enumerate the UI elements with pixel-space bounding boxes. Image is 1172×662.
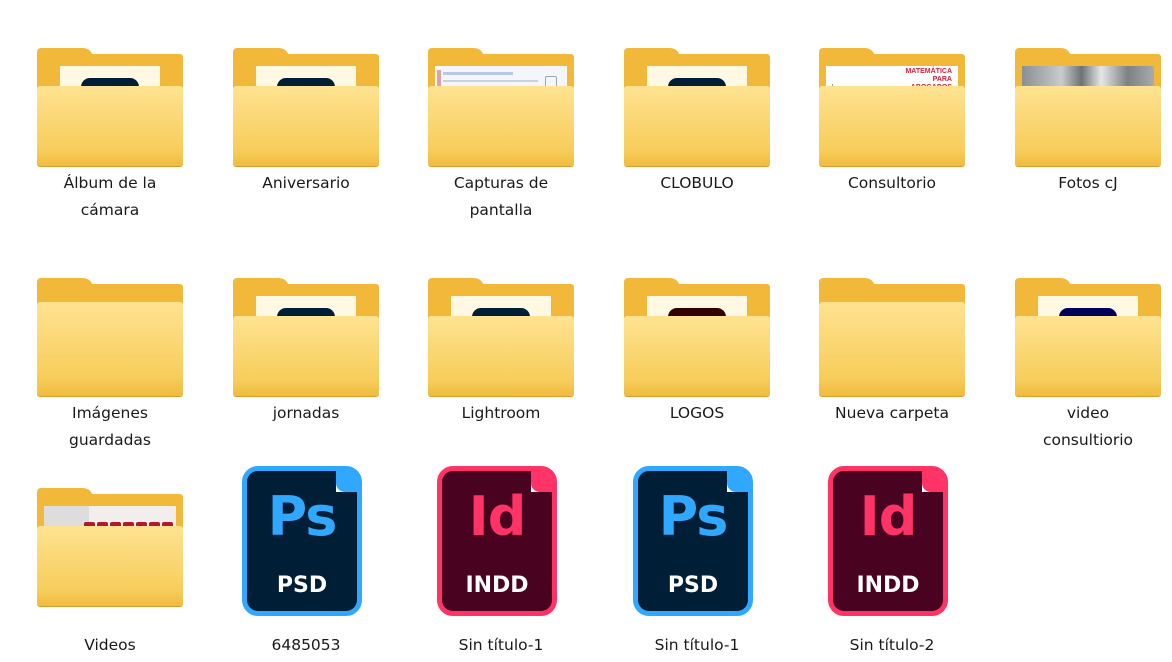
indd-file-icon: Id INDD: [423, 462, 579, 616]
item-label: Sin título-2: [849, 636, 935, 654]
file-sin-titulo-2[interactable]: Id INDD Sin título-2: [814, 462, 970, 662]
folder-icon: [423, 22, 579, 172]
psd-file-icon: Ps PSD: [228, 462, 384, 616]
folder-icon: Pr: [1010, 252, 1166, 402]
preview-text: MATEMÁTICA: [905, 68, 952, 75]
folder-front: [1015, 316, 1161, 396]
folder-capturas-de-pantalla[interactable]: Capturas de pantalla: [423, 22, 579, 222]
app-glyph: Ps: [267, 485, 338, 548]
folder-front: [233, 316, 379, 396]
psd-file-icon: Ps PSD: [619, 462, 775, 616]
file-6485053[interactable]: Ps PSD 6485053: [228, 462, 384, 662]
file-extension: INDD: [856, 573, 920, 598]
folder-front: [428, 86, 574, 166]
folder-front: [819, 86, 965, 166]
folder-front: [1015, 86, 1161, 166]
file-extension: PSD: [667, 573, 719, 598]
folder-icon: Ps: [228, 252, 384, 402]
folder-lightroom[interactable]: LrC Lightroom: [423, 252, 579, 452]
file-body: Id INDD: [828, 466, 948, 616]
folder-front: [428, 316, 574, 396]
folder-icon: MATEMÁTICAPARAABOGADOS: [814, 22, 970, 172]
folder-icon: [32, 252, 188, 402]
folder-icon: [1010, 22, 1166, 172]
folder-album-de-la-camara[interactable]: PsÁlbum de la cámara: [32, 22, 188, 222]
file-body: Id INDD: [437, 466, 557, 616]
item-label: jornadas: [272, 404, 340, 422]
item-label: Imágenes guardadas: [68, 404, 151, 449]
item-label: Nueva carpeta: [835, 404, 949, 422]
file-body: Ps PSD: [633, 466, 753, 616]
app-glyph: Id: [859, 485, 918, 548]
folder-icon: Ps: [32, 22, 188, 172]
folder-logos[interactable]: Ai LOGOS: [619, 252, 775, 452]
item-label: Consultorio: [847, 174, 937, 192]
file-sin-titulo-1[interactable]: Ps PSD Sin título-1: [619, 462, 775, 662]
indd-file-icon: Id INDD: [814, 462, 970, 616]
file-extension: INDD: [465, 573, 529, 598]
folder-clobulo[interactable]: Ps CLOBULO: [619, 22, 775, 222]
folder-front: [37, 302, 183, 396]
item-label: Aniversario: [262, 174, 350, 192]
item-label: Lightroom: [461, 404, 541, 422]
folder-icon: [32, 462, 188, 612]
folder-front: [37, 526, 183, 606]
item-label: Sin título-1: [458, 636, 544, 654]
folder-icon: Ai: [619, 252, 775, 402]
file-extension: PSD: [276, 573, 328, 598]
folder-icon: LrC: [423, 252, 579, 402]
item-label: Fotos cJ: [1058, 174, 1118, 192]
item-label: Sin título-1: [654, 636, 740, 654]
folder-consultorio[interactable]: MATEMÁTICAPARAABOGADOS Consultorio: [814, 22, 970, 222]
preview-text: PARA: [932, 76, 952, 83]
folder-front: [624, 86, 770, 166]
folder-icon: Ps: [619, 22, 775, 172]
file-body: Ps PSD: [242, 466, 362, 616]
folder-icon: Ps: [228, 22, 384, 172]
folder-front: [624, 316, 770, 396]
folder-nueva-carpeta[interactable]: Nueva carpeta: [814, 252, 970, 452]
item-label: Álbum de la cámara: [63, 174, 157, 219]
folder-aniversario[interactable]: Ps Aniversario: [228, 22, 384, 222]
folder-videos[interactable]: Videos: [32, 462, 188, 662]
item-label: Videos: [84, 636, 136, 654]
item-label: video consultiorio: [1042, 404, 1134, 449]
item-label: Capturas de pantalla: [453, 174, 549, 219]
folder-front: [819, 302, 965, 396]
file-sin-titulo-1[interactable]: Id INDD Sin título-1: [423, 462, 579, 662]
folder-imagenes-guardadas[interactable]: Imágenes guardadas: [32, 252, 188, 452]
folder-front: [37, 86, 183, 166]
app-glyph: Id: [468, 485, 527, 548]
folder-video-consultiorio[interactable]: Prvideo consultiorio: [1010, 252, 1166, 452]
folder-jornadas[interactable]: Ps jornadas: [228, 252, 384, 452]
app-glyph: Ps: [658, 485, 729, 548]
folder-front: [233, 86, 379, 166]
item-label: 6485053: [271, 636, 341, 654]
file-grid: PsÁlbum de la cámaraPsAniversarioCaptura…: [0, 0, 1172, 659]
folder-icon: [814, 252, 970, 402]
item-label: CLOBULO: [660, 174, 734, 192]
folder-fotos-cj[interactable]: Fotos cJ: [1010, 22, 1166, 222]
item-label: LOGOS: [669, 404, 725, 422]
